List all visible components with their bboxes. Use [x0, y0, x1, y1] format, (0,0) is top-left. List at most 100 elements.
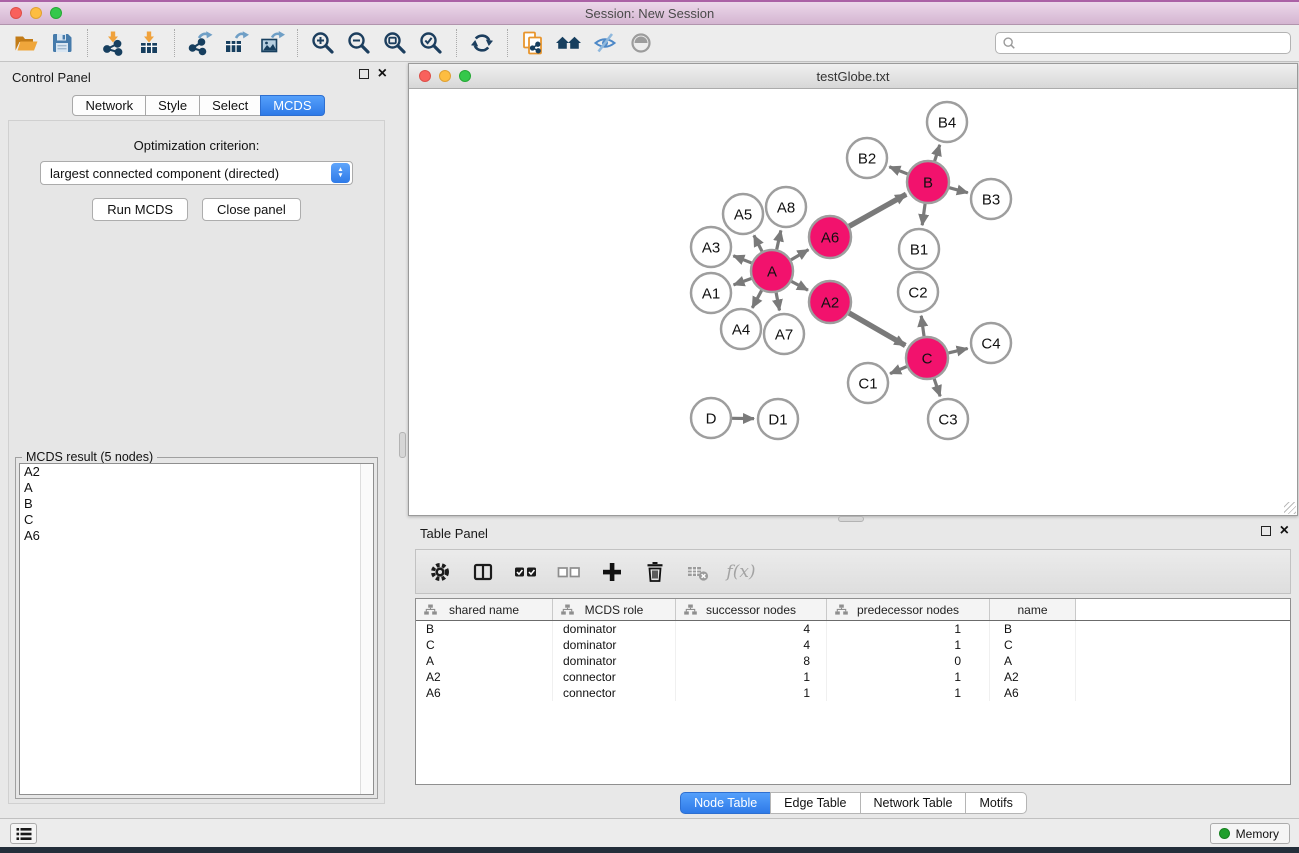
tab-edge-table[interactable]: Edge Table — [770, 792, 860, 814]
refresh-icon[interactable] — [464, 27, 500, 59]
gear-icon[interactable] — [428, 560, 452, 584]
run-mcds-button[interactable]: Run MCDS — [92, 198, 188, 221]
table-cell[interactable]: 1 — [827, 621, 990, 637]
window-resize-grip[interactable] — [1284, 502, 1296, 514]
graph-node-C[interactable]: C — [906, 337, 948, 379]
table-cell[interactable]: dominator — [553, 637, 676, 653]
graph-node-A4[interactable]: A4 — [721, 309, 761, 349]
graph-edge-A-A6[interactable] — [791, 250, 808, 260]
graph-node-C3[interactable]: C3 — [928, 399, 968, 439]
add-column-icon[interactable] — [600, 560, 624, 584]
deselect-all-checkboxes-icon[interactable] — [557, 560, 581, 584]
graph-edge-A-A2[interactable] — [791, 281, 808, 290]
graph-node-A7[interactable]: A7 — [764, 314, 804, 354]
tab-network[interactable]: Network — [72, 95, 146, 116]
table-cell[interactable]: A — [416, 653, 553, 669]
graph-edge-A6-B[interactable] — [849, 194, 906, 226]
column-header-successor-nodes[interactable]: successor nodes — [676, 599, 827, 620]
table-cell[interactable]: 1 — [827, 669, 990, 685]
graph-node-A3[interactable]: A3 — [691, 227, 731, 267]
optimization-criterion-dropdown[interactable]: largest connected component (directed) ▲… — [40, 161, 353, 185]
close-panel-icon[interactable]: × — [378, 69, 387, 79]
graph-node-C2[interactable]: C2 — [898, 272, 938, 312]
split-columns-icon[interactable] — [471, 560, 495, 584]
table-cell[interactable]: 8 — [676, 653, 827, 669]
graph-edge-C-C1[interactable] — [890, 367, 907, 374]
column-header-shared-name[interactable]: shared name — [416, 599, 553, 620]
table-cell[interactable]: 1 — [676, 685, 827, 701]
tab-select[interactable]: Select — [199, 95, 261, 116]
vertical-split-handle[interactable] — [399, 432, 406, 458]
graph-edge-A-A7[interactable] — [776, 293, 779, 311]
column-header-name[interactable]: name — [990, 599, 1076, 620]
network-canvas[interactable]: B4B2BB3A8A5A6A3B1AA1C2A2A4A7C4CC1C3DD1 — [409, 90, 1297, 515]
table-cell[interactable]: 1 — [676, 669, 827, 685]
graph-node-B3[interactable]: B3 — [971, 179, 1011, 219]
table-cell[interactable]: 1 — [827, 637, 990, 653]
network-graph[interactable]: B4B2BB3A8A5A6A3B1AA1C2A2A4A7C4CC1C3DD1 — [409, 90, 1297, 516]
table-cell[interactable]: connector — [553, 685, 676, 701]
houses-icon[interactable] — [551, 27, 587, 59]
graph-node-A1[interactable]: A1 — [691, 273, 731, 313]
table-row[interactable]: Adominator80A — [416, 653, 1290, 669]
graph-edge-B-B2[interactable] — [889, 167, 907, 174]
table-cell[interactable]: A — [990, 653, 1076, 669]
graph-node-A2[interactable]: A2 — [809, 281, 851, 323]
table-row[interactable]: A6connector11A6 — [416, 685, 1290, 701]
graph-node-D[interactable]: D — [691, 398, 731, 438]
graph-edge-A-A1[interactable] — [734, 278, 752, 284]
zoom-out-icon[interactable] — [341, 27, 377, 59]
graph-edge-A-A3[interactable] — [733, 256, 751, 263]
table-cell[interactable]: 0 — [827, 653, 990, 669]
mcds-result-scrollbar[interactable] — [360, 464, 373, 794]
mcds-result-item[interactable]: A6 — [20, 528, 373, 544]
table-cell[interactable]: connector — [553, 669, 676, 685]
export-table-icon[interactable] — [218, 27, 254, 59]
tab-motifs[interactable]: Motifs — [965, 792, 1026, 814]
graph-node-B1[interactable]: B1 — [899, 229, 939, 269]
mcds-result-item[interactable]: C — [20, 512, 373, 528]
table-cell[interactable]: A6 — [416, 685, 553, 701]
float-table-panel-icon[interactable] — [1261, 526, 1271, 536]
show-visibility-icon[interactable] — [623, 27, 659, 59]
table-cell[interactable]: A2 — [990, 669, 1076, 685]
mcds-result-item[interactable]: B — [20, 496, 373, 512]
graph-edge-B-B3[interactable] — [949, 188, 968, 193]
tab-mcds[interactable]: MCDS — [260, 95, 324, 116]
table-row[interactable]: A2connector11A2 — [416, 669, 1290, 685]
memory-button[interactable]: Memory — [1210, 823, 1290, 844]
graph-node-A6[interactable]: A6 — [809, 216, 851, 258]
task-history-button[interactable] — [10, 823, 37, 844]
close-table-panel-icon[interactable]: × — [1280, 526, 1289, 536]
zoom-selected-icon[interactable] — [413, 27, 449, 59]
mcds-result-item[interactable]: A2 — [20, 464, 373, 480]
graph-node-D1[interactable]: D1 — [758, 399, 798, 439]
table-row[interactable]: Bdominator41B — [416, 621, 1290, 637]
zoom-in-icon[interactable] — [305, 27, 341, 59]
select-all-checkboxes-icon[interactable] — [514, 560, 538, 584]
graph-edge-C-C4[interactable] — [948, 348, 967, 353]
graph-edge-C-C3[interactable] — [934, 379, 940, 397]
graph-node-A5[interactable]: A5 — [723, 194, 763, 234]
graph-edge-A-A4[interactable] — [752, 290, 761, 307]
mcds-result-item[interactable]: A — [20, 480, 373, 496]
close-panel-button[interactable]: Close panel — [202, 198, 301, 221]
import-network-icon[interactable] — [95, 27, 131, 59]
tab-network-table[interactable]: Network Table — [860, 792, 967, 814]
float-panel-icon[interactable] — [359, 69, 369, 79]
save-icon[interactable] — [44, 27, 80, 59]
table-cell[interactable]: A2 — [416, 669, 553, 685]
column-header-MCDS-role[interactable]: MCDS role — [553, 599, 676, 620]
graph-node-C4[interactable]: C4 — [971, 323, 1011, 363]
table-cell[interactable]: C — [990, 637, 1076, 653]
graph-edge-B-B4[interactable] — [935, 145, 940, 161]
table-cell[interactable]: 4 — [676, 637, 827, 653]
table-cell[interactable]: 4 — [676, 621, 827, 637]
graph-node-B2[interactable]: B2 — [847, 138, 887, 178]
tab-node-table[interactable]: Node Table — [680, 792, 771, 814]
graph-edge-A-A5[interactable] — [754, 235, 762, 251]
graph-edge-A2-C[interactable] — [849, 313, 905, 346]
table-cell[interactable]: dominator — [553, 621, 676, 637]
search-field[interactable] — [995, 32, 1291, 54]
delete-column-icon[interactable] — [643, 560, 667, 584]
